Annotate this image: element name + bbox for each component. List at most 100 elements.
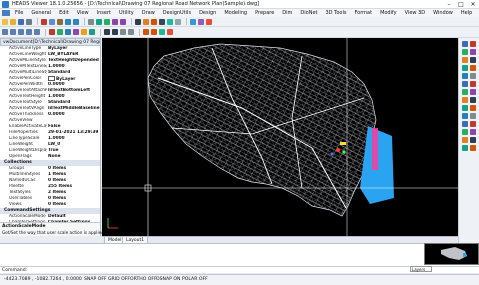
mirror-icon[interactable] xyxy=(81,29,87,35)
array-tool-icon[interactable] xyxy=(470,121,476,127)
circle-icon[interactable] xyxy=(26,29,32,35)
arc-icon[interactable] xyxy=(18,29,24,35)
scale-icon[interactable] xyxy=(73,29,79,35)
print-icon[interactable] xyxy=(26,18,32,25)
menu-help[interactable]: Help xyxy=(457,10,476,16)
block-icon[interactable] xyxy=(167,29,173,35)
area-tool-icon[interactable] xyxy=(462,145,468,151)
menu-prepare[interactable]: Prepare xyxy=(251,10,278,16)
erase-tool-icon[interactable] xyxy=(462,137,468,143)
offset-icon[interactable] xyxy=(89,29,95,35)
trim-tool-icon[interactable] xyxy=(470,97,476,103)
join-tool-icon[interactable] xyxy=(462,113,468,119)
close-button[interactable]: ✕ xyxy=(467,0,479,9)
break-tool-icon[interactable] xyxy=(470,105,476,111)
menu-modify[interactable]: Modify xyxy=(376,10,401,16)
menu-edit[interactable]: Edit xyxy=(55,10,73,16)
ortho-icon[interactable] xyxy=(175,18,181,25)
hatch-icon[interactable] xyxy=(159,29,165,35)
menu-insert[interactable]: Insert xyxy=(93,10,115,16)
layer-tool-icon[interactable] xyxy=(470,145,476,151)
chamfer-tool-icon[interactable] xyxy=(470,129,476,135)
text-tool-icon[interactable] xyxy=(462,73,468,79)
rotate-tool-icon[interactable] xyxy=(462,89,468,95)
open-folder-icon[interactable] xyxy=(10,18,16,25)
properties-icon[interactable] xyxy=(143,18,149,25)
menu-utility[interactable]: Utility xyxy=(115,10,138,16)
new-file-icon[interactable] xyxy=(2,18,8,25)
drawing-canvas[interactable] xyxy=(102,38,458,236)
line-tool-icon[interactable] xyxy=(470,41,476,47)
help-icon[interactable] xyxy=(206,18,212,25)
stretch-tool-icon[interactable] xyxy=(462,97,468,103)
menu-format[interactable]: Format xyxy=(350,10,376,16)
layer-icon[interactable] xyxy=(135,18,141,25)
menu-window[interactable]: Window xyxy=(429,10,457,16)
menu-design[interactable]: Design xyxy=(195,10,220,16)
zoom-out-icon[interactable] xyxy=(120,18,126,25)
menu-dim[interactable]: Dim xyxy=(278,10,296,16)
grid-icon[interactable] xyxy=(159,18,165,25)
maximize-button[interactable]: □ xyxy=(455,0,467,9)
cut-icon[interactable] xyxy=(41,18,47,25)
zoom-in-icon[interactable] xyxy=(112,18,118,25)
minimize-button[interactable]: – xyxy=(443,0,455,9)
menu-designutils[interactable]: DesignUtils xyxy=(159,10,195,16)
measure-icon[interactable] xyxy=(151,18,157,25)
explode-tool-icon[interactable] xyxy=(470,113,476,119)
extend-icon[interactable] xyxy=(112,29,118,35)
hatch-tool-icon[interactable] xyxy=(470,65,476,71)
erase-icon[interactable] xyxy=(49,29,55,35)
text-icon[interactable] xyxy=(143,29,149,35)
select-tool-icon[interactable] xyxy=(462,41,468,47)
ellipse-tool-icon[interactable] xyxy=(462,65,468,71)
overview-map[interactable] xyxy=(424,243,479,265)
layers-field[interactable]: Layers xyxy=(410,266,432,272)
grid-toggle[interactable]: GRID OFF xyxy=(108,275,130,285)
zoom-window-icon[interactable] xyxy=(88,18,94,25)
menu-general[interactable]: General xyxy=(27,10,55,16)
move-icon[interactable] xyxy=(57,29,63,35)
extend-tool-icon[interactable] xyxy=(462,105,468,111)
save-icon[interactable] xyxy=(18,18,24,25)
pan-icon[interactable] xyxy=(104,18,110,25)
undo-icon[interactable] xyxy=(65,18,71,25)
spline-tool-icon[interactable] xyxy=(470,57,476,63)
menu-view-3d[interactable]: View 3D xyxy=(401,10,430,16)
chamfer-icon[interactable] xyxy=(128,29,134,35)
polar-toggle[interactable]: POLAR OFF xyxy=(182,275,208,285)
render-icon[interactable] xyxy=(190,18,196,25)
measure-tool-icon[interactable] xyxy=(470,137,476,143)
document-tab[interactable]: vwDocument[D:\Technical\Drawing 07 Regio… xyxy=(0,38,101,46)
menu-modeling[interactable]: Modeling xyxy=(220,10,251,16)
redo-icon[interactable] xyxy=(73,18,79,25)
zoom-extents-icon[interactable] xyxy=(96,18,102,25)
line-icon[interactable] xyxy=(2,29,8,35)
ortho-toggle[interactable]: ORTHO OFF xyxy=(130,275,157,285)
menu-draw[interactable]: Draw xyxy=(138,10,159,16)
menu-3d-tools[interactable]: 3D Tools xyxy=(322,10,351,16)
menu-file[interactable]: File xyxy=(11,10,27,16)
paste-icon[interactable] xyxy=(57,18,63,25)
arc-tool-icon[interactable] xyxy=(462,57,468,63)
dimension-icon[interactable] xyxy=(151,29,157,35)
menu-dionet[interactable]: DioNet xyxy=(296,10,321,16)
offset-tool-icon[interactable] xyxy=(462,121,468,127)
snap-icon[interactable] xyxy=(167,18,173,25)
menu-view[interactable]: View xyxy=(73,10,93,16)
rotate-icon[interactable] xyxy=(65,29,71,35)
circle-tool-icon[interactable] xyxy=(470,49,476,55)
polyline-tool-icon[interactable] xyxy=(462,49,468,55)
osnap-toggle[interactable]: OSNAP ON xyxy=(156,275,180,285)
fillet-tool-icon[interactable] xyxy=(462,129,468,135)
trim-icon[interactable] xyxy=(104,29,110,35)
rectangle-icon[interactable] xyxy=(34,29,40,35)
copy-tool-icon[interactable] xyxy=(470,81,476,87)
polyline-icon[interactable] xyxy=(10,29,16,35)
snap-toggle[interactable]: SNAP OFF xyxy=(84,275,107,285)
copy-icon[interactable] xyxy=(49,18,55,25)
command-line[interactable]: Command: xyxy=(0,266,479,273)
fillet-icon[interactable] xyxy=(120,29,126,35)
scale-tool-icon[interactable] xyxy=(470,89,476,95)
dim-tool-icon[interactable] xyxy=(470,73,476,79)
